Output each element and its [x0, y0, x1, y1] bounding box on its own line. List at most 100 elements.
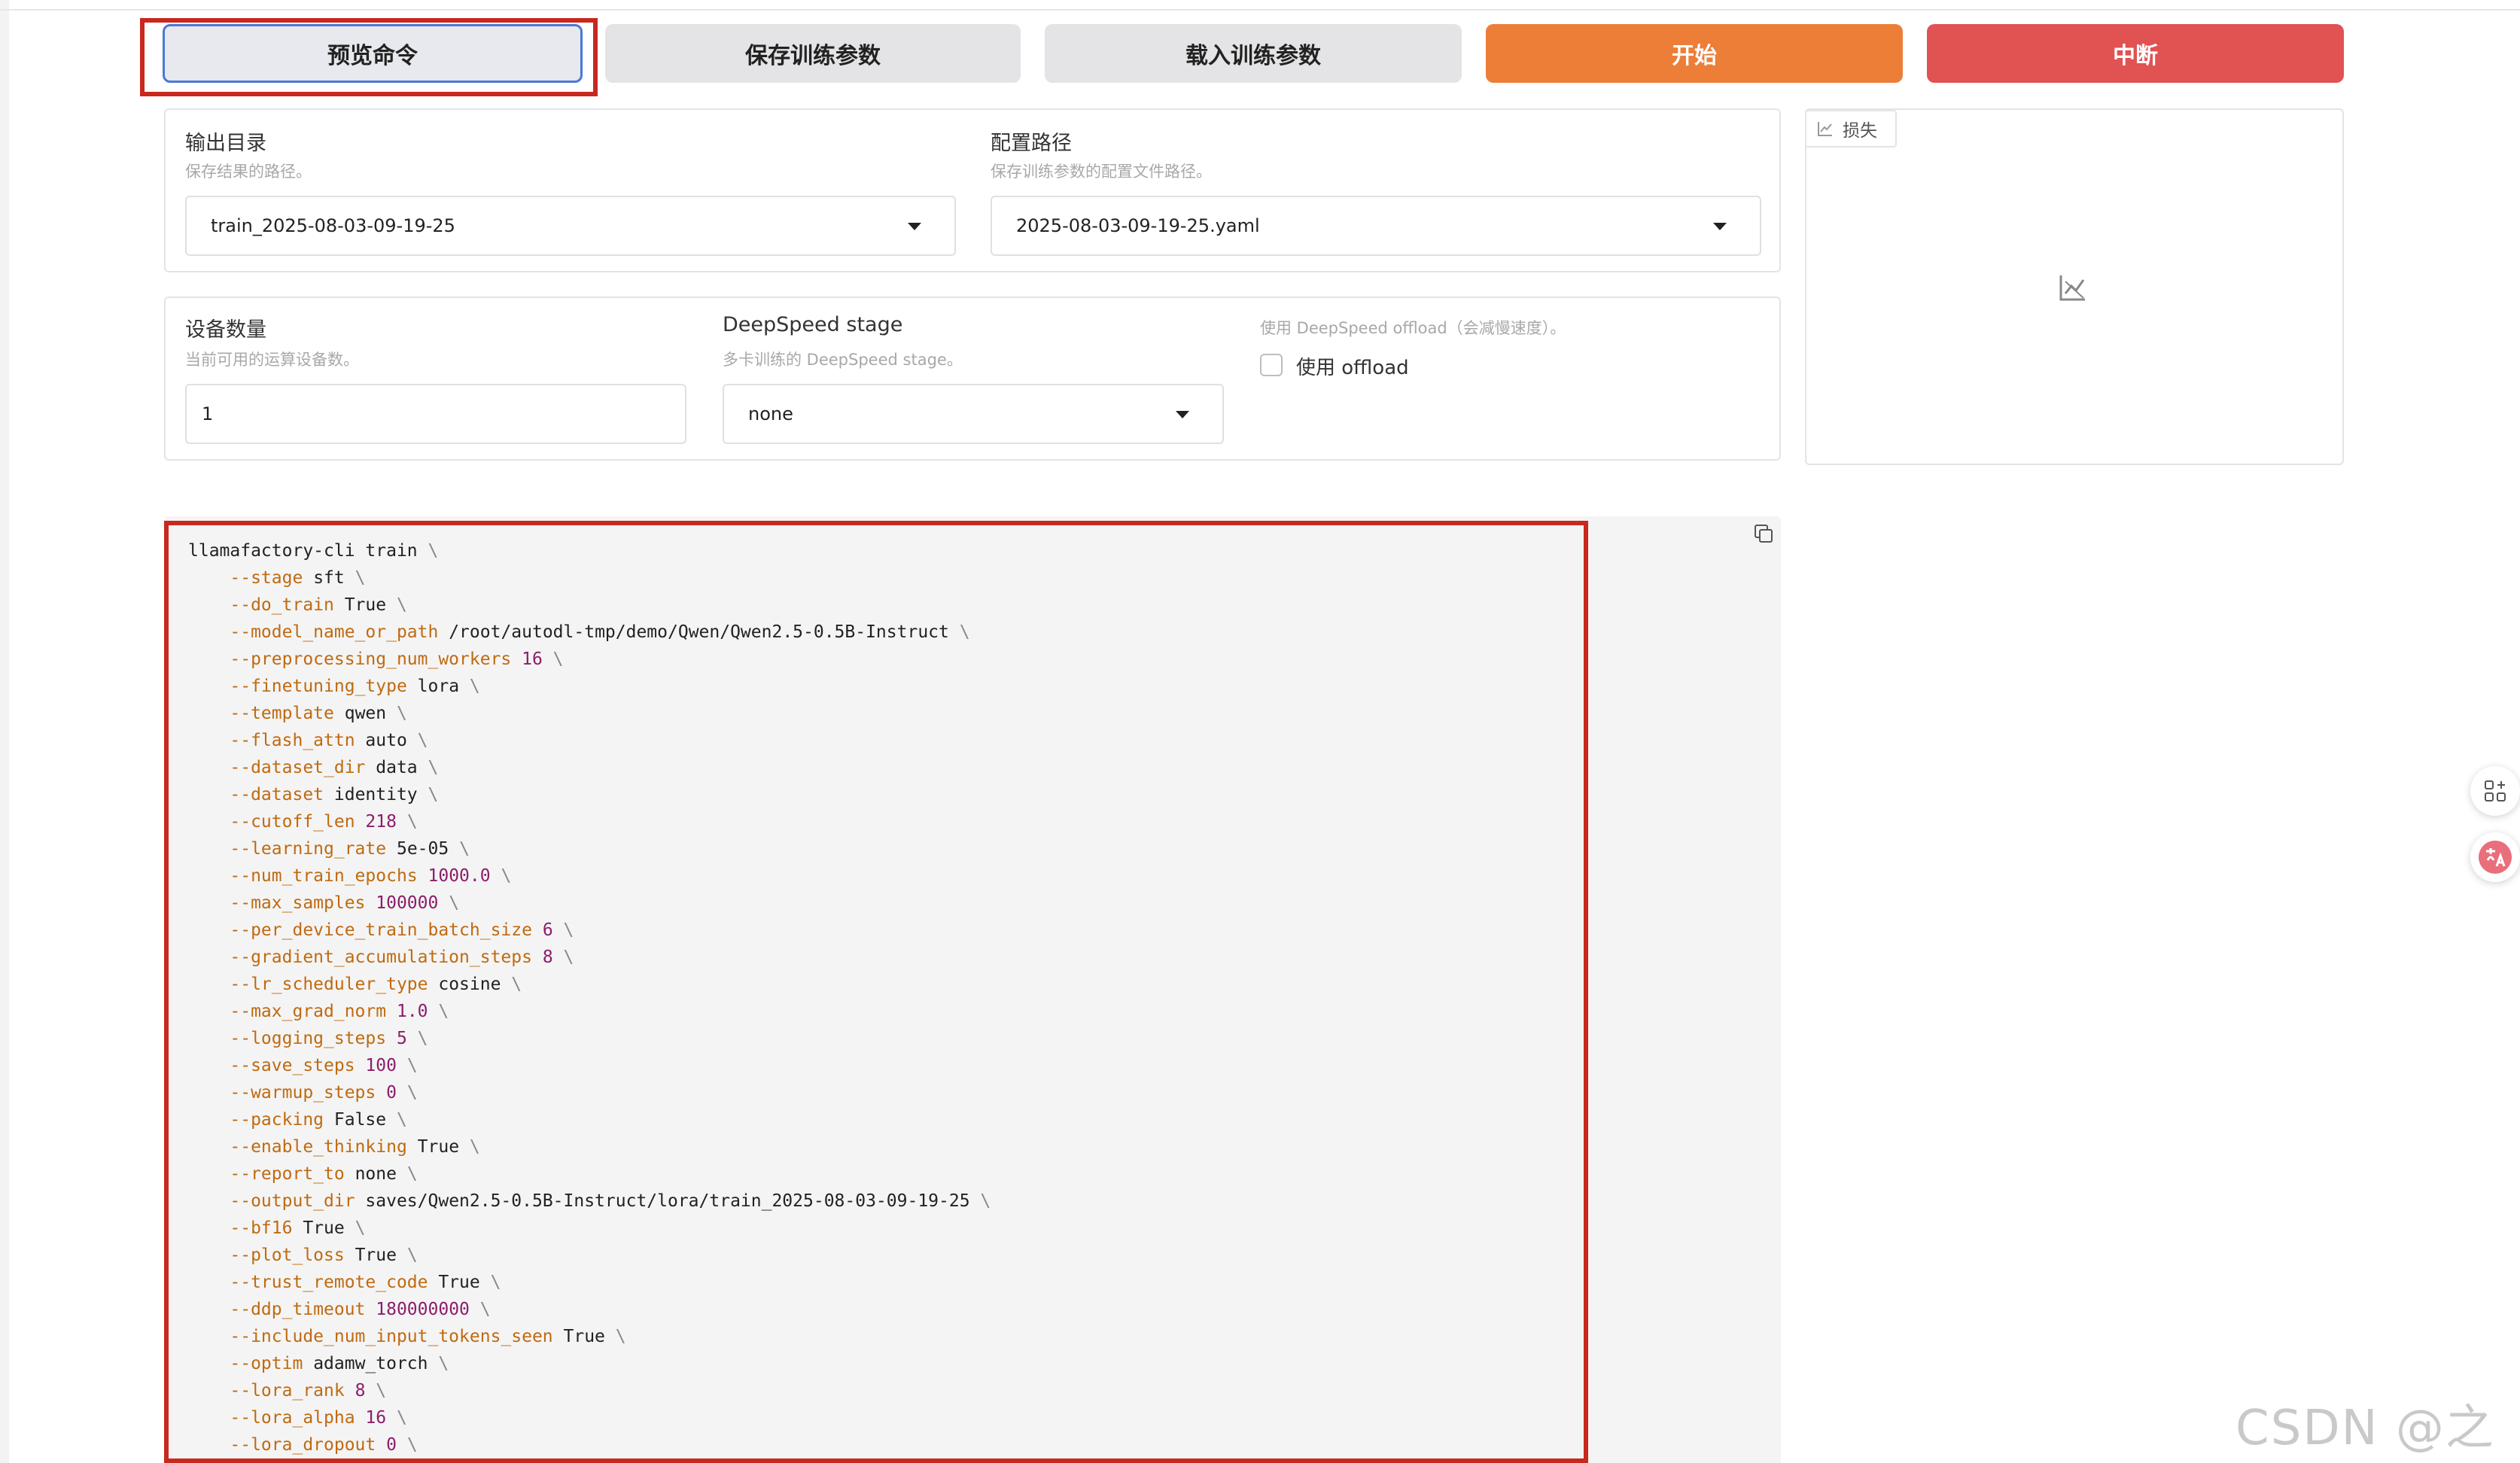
- command-flag: --packing: [230, 1110, 324, 1130]
- ds-stage-info: 多卡训练的 DeepSpeed stage。: [723, 351, 963, 369]
- device-count-label: 设备数量: [185, 318, 266, 342]
- command-value: 8: [355, 1381, 366, 1401]
- command-value: 5e-05: [396, 839, 449, 859]
- command-arg-line: --ddp_timeout 180000000 \: [230, 1300, 491, 1319]
- command-flag: --warmup_steps: [230, 1083, 376, 1103]
- command-value: 0: [386, 1435, 397, 1455]
- command-value: 0: [386, 1083, 397, 1103]
- command-value: auto: [365, 731, 407, 750]
- float-translate-button[interactable]: [2470, 832, 2520, 882]
- command-value: True: [303, 1218, 345, 1238]
- load-args-button[interactable]: 载入训练参数: [1045, 24, 1462, 83]
- loss-tab: 损失: [1805, 110, 1897, 148]
- chart-icon: [1818, 122, 1832, 136]
- ds-offload-checkbox[interactable]: [1260, 354, 1283, 376]
- command-arg-line: --output_dir saves/Qwen2.5-0.5B-Instruct…: [230, 1191, 991, 1211]
- command-value: /root/autodl-tmp/demo/Qwen/Qwen2.5-0.5B-…: [449, 622, 949, 642]
- command-arg-line: --bf16 True \: [230, 1218, 366, 1238]
- command-arg-line: --preprocessing_num_workers 16 \: [230, 649, 564, 669]
- command-arg-line: --num_train_epochs 1000.0 \: [230, 866, 512, 886]
- command-flag: --max_samples: [230, 893, 366, 913]
- command-value: 100000: [376, 893, 439, 913]
- command-flag: --lora_dropout: [230, 1435, 376, 1455]
- command-flag: --include_num_input_tokens_seen: [230, 1327, 553, 1346]
- abort-button[interactable]: 中断: [1927, 24, 2344, 83]
- ds-offload-label[interactable]: 使用 offload: [1296, 352, 1409, 380]
- command-value: adamw_torch: [313, 1354, 428, 1373]
- config-path-dropdown[interactable]: 2025-08-03-09-19-25.yaml: [991, 196, 1761, 256]
- command-arg-line: --optim adamw_torch \: [230, 1354, 449, 1373]
- command-flag: --template: [230, 704, 334, 723]
- device-deepspeed-panel: 设备数量 当前可用的运算设备数。 1 DeepSpeed stage 多卡训练的…: [164, 297, 1781, 461]
- command-flag: --report_to: [230, 1164, 345, 1184]
- command-arg-line: --plot_loss True \: [230, 1246, 418, 1265]
- command-value: 16: [365, 1408, 387, 1428]
- command-value: False: [333, 1110, 387, 1130]
- ds-stage-dropdown[interactable]: none: [723, 384, 1224, 444]
- ds-stage-label: DeepSpeed stage: [723, 313, 903, 336]
- command-arg-line: --enable_thinking True \: [230, 1137, 480, 1157]
- command-value: 218: [365, 812, 397, 832]
- command-flag: --plot_loss: [230, 1246, 345, 1265]
- output-dir-info: 保存结果的路径。: [185, 163, 312, 181]
- command-value: True: [344, 595, 387, 615]
- top-divider: [0, 9, 2520, 11]
- float-apps-button[interactable]: [2470, 766, 2520, 816]
- command-value: 8: [542, 947, 553, 967]
- command-value: sft: [313, 568, 345, 588]
- command-value: True: [417, 1137, 460, 1157]
- preview-command-button[interactable]: 预览命令: [163, 24, 583, 83]
- page-left-edge: [0, 0, 9, 1463]
- config-path-value: 2025-08-03-09-19-25.yaml: [1016, 215, 1260, 236]
- command-arg-line: --dataset_dir data \: [230, 758, 439, 777]
- command-arg-line: --lora_alpha 16 \: [230, 1408, 407, 1428]
- command-arg-line: --learning_rate 5e-05 \: [230, 839, 470, 859]
- command-arg-line: --per_device_train_batch_size 6 \: [230, 920, 574, 940]
- command-value: lora: [417, 677, 460, 696]
- output-dir-dropdown[interactable]: train_2025-08-03-09-19-25: [185, 196, 956, 256]
- save-args-button[interactable]: 保存训练参数: [605, 24, 1021, 83]
- command-value: qwen: [344, 704, 387, 723]
- command-value: 1000.0: [428, 866, 491, 886]
- command-flag: --cutoff_len: [230, 812, 355, 832]
- command-arg-line: --model_name_or_path /root/autodl-tmp/de…: [230, 622, 970, 642]
- command-flag: --do_train: [230, 595, 334, 615]
- command-flag: --preprocessing_num_workers: [230, 649, 512, 669]
- config-path-info: 保存训练参数的配置文件路径。: [991, 163, 1212, 181]
- command-arg-line: --lr_scheduler_type cosine \: [230, 975, 522, 994]
- command-arg-line: --packing False \: [230, 1110, 407, 1130]
- command-arg-line: --dataset identity \: [230, 785, 439, 804]
- ds-offload-info: 使用 DeepSpeed offload（会减慢速度）。: [1260, 319, 1566, 337]
- command-value: True: [438, 1273, 480, 1292]
- device-count-input[interactable]: 1: [185, 384, 686, 444]
- command-flag: --model_name_or_path: [230, 622, 439, 642]
- output-config-panel: 输出目录 保存结果的路径。 train_2025-08-03-09-19-25 …: [164, 108, 1781, 272]
- command-flag: --per_device_train_batch_size: [230, 920, 532, 940]
- command-arg-line: --trust_remote_code True \: [230, 1273, 501, 1292]
- device-count-info: 当前可用的运算设备数。: [185, 351, 359, 369]
- output-dir-label: 输出目录: [185, 132, 266, 155]
- command-flag: --bf16: [230, 1218, 293, 1238]
- start-button[interactable]: 开始: [1486, 24, 1903, 83]
- command-arg-line: --flash_attn auto \: [230, 731, 428, 750]
- command-flag: --gradient_accumulation_steps: [230, 947, 532, 967]
- command-arg-line: --max_samples 100000 \: [230, 893, 460, 913]
- command-flag: --finetuning_type: [230, 677, 407, 696]
- command-flag: --lora_alpha: [230, 1408, 355, 1428]
- command-head-line: llamafactory-cli train \: [188, 541, 439, 561]
- command-flag: --logging_steps: [230, 1029, 387, 1048]
- command-flag: --enable_thinking: [230, 1137, 407, 1157]
- command-code: llamafactory-cli train \ --stage sft \ -…: [188, 537, 991, 1458]
- command-flag: --output_dir: [230, 1191, 355, 1211]
- command-flag: --stage: [230, 568, 303, 588]
- command-arg-line: --logging_steps 5 \: [230, 1029, 428, 1048]
- command-flag: --max_grad_norm: [230, 1002, 387, 1021]
- command-value: 180000000: [376, 1300, 470, 1319]
- command-flag: --flash_attn: [230, 731, 355, 750]
- command-flag: --ddp_timeout: [230, 1300, 366, 1319]
- copy-icon[interactable]: [1754, 524, 1773, 543]
- ds-stage-value: none: [748, 403, 793, 424]
- chevron-down-icon: [1713, 223, 1727, 230]
- loss-tab-label: 损失: [1843, 121, 1877, 141]
- chevron-down-icon: [908, 223, 921, 230]
